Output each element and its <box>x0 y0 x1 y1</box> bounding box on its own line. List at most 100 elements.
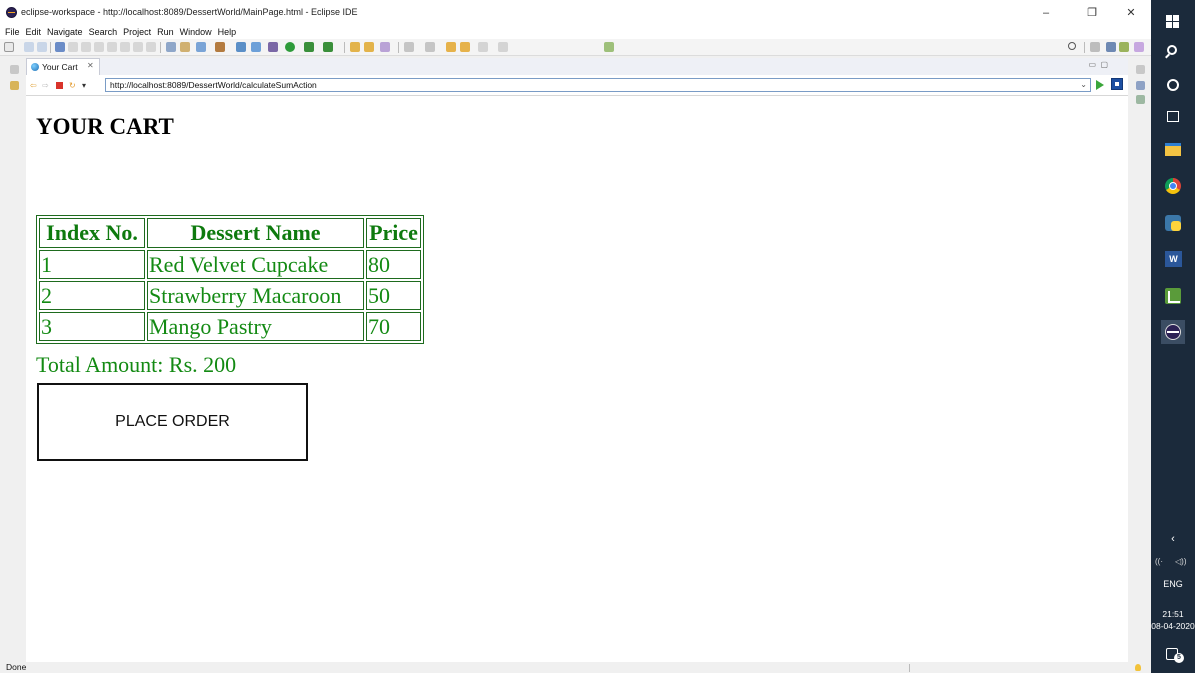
back-arrow-icon[interactable]: ⇦ <box>30 81 37 90</box>
java-ee-perspective-icon[interactable] <box>1106 42 1116 52</box>
tip-bulb-icon[interactable] <box>1135 664 1141 671</box>
build-icon[interactable] <box>180 42 190 52</box>
next-annotation-icon[interactable] <box>404 42 414 52</box>
menu-window[interactable]: Window <box>177 26 215 39</box>
minimize-view-icon[interactable]: ▭ <box>1088 60 1096 69</box>
debug-perspective-icon[interactable] <box>1134 42 1144 52</box>
total-amount-value: 200 <box>203 352 237 377</box>
more-navigation-icon[interactable] <box>498 42 508 52</box>
toolbar-separator <box>160 42 161 53</box>
network-icon[interactable]: ((· <box>1155 557 1163 566</box>
maximize-view-icon[interactable]: ▢ <box>1100 60 1108 69</box>
run-icon[interactable] <box>285 42 295 52</box>
open-type-icon[interactable] <box>236 42 246 52</box>
forward-icon[interactable] <box>478 42 488 52</box>
clock-date[interactable]: 08-04-2020 <box>1151 621 1195 631</box>
previous-annotation-icon[interactable] <box>425 42 435 52</box>
terminate-icon[interactable] <box>94 42 104 52</box>
step-return-icon[interactable] <box>146 42 156 52</box>
right-trim-bar <box>1128 57 1151 662</box>
chevron-down-icon[interactable]: ⌄ <box>1080 80 1087 89</box>
step-into-icon[interactable] <box>120 42 130 52</box>
save-icon[interactable] <box>24 42 34 52</box>
input-language[interactable]: ENG <box>1151 579 1195 589</box>
run-as-icon[interactable] <box>304 42 314 52</box>
menu-help[interactable]: Help <box>215 26 240 39</box>
java-perspective-icon[interactable] <box>1119 42 1129 52</box>
cell-index: 1 <box>39 250 145 279</box>
python-icon[interactable] <box>1165 215 1181 231</box>
table-row: 2 Strawberry Macaroon 50 <box>39 281 421 310</box>
quick-access-icon[interactable] <box>1068 42 1076 50</box>
cell-dessert-name: Strawberry Macaroon <box>147 281 364 310</box>
task-view-icon[interactable] <box>1167 111 1179 122</box>
skip-breakpoints-icon[interactable] <box>55 42 65 52</box>
maximize-button[interactable]: ❐ <box>1079 3 1105 23</box>
search-toolbar-icon[interactable] <box>251 42 261 52</box>
tab-your-cart[interactable]: Your Cart ✕ <box>26 58 100 75</box>
search-icon[interactable] <box>1167 45 1177 55</box>
outline-icon[interactable] <box>1136 81 1145 90</box>
clock-time[interactable]: 21:51 <box>1151 609 1195 619</box>
open-perspective-button-icon[interactable] <box>1090 42 1100 52</box>
pin-icon[interactable] <box>380 42 390 52</box>
menu-file[interactable]: File <box>2 26 23 39</box>
toolbar-separator <box>50 42 51 53</box>
open-perspective-icon[interactable] <box>350 42 360 52</box>
new-server-icon[interactable] <box>196 42 206 52</box>
toolbar-separator <box>398 42 399 53</box>
minimize-button[interactable]: – <box>1033 3 1059 23</box>
back-icon[interactable] <box>460 42 470 52</box>
table-header-row: Index No. Dessert Name Price <box>39 218 421 248</box>
menu-search[interactable]: Search <box>86 26 121 39</box>
restore-icon[interactable] <box>10 65 19 74</box>
step-over-icon[interactable] <box>133 42 143 52</box>
file-explorer-icon[interactable] <box>1165 143 1181 156</box>
open-project-icon[interactable] <box>364 42 374 52</box>
new-icon[interactable] <box>4 42 14 52</box>
cell-index: 2 <box>39 281 145 310</box>
history-dropdown-icon[interactable]: ▾ <box>82 81 86 90</box>
volume-icon[interactable]: ◁)) <box>1175 557 1186 566</box>
open-external-browser-icon[interactable] <box>1111 78 1123 90</box>
project-explorer-icon[interactable] <box>10 81 19 90</box>
eclipse-window: eclipse-workspace - http://localhost:808… <box>0 0 1151 673</box>
tab-label: Your Cart <box>42 62 78 72</box>
save-all-icon[interactable] <box>37 42 47 52</box>
menu-run[interactable]: Run <box>154 26 177 39</box>
close-button[interactable]: ✕ <box>1118 3 1144 23</box>
cell-dessert-name: Red Velvet Cupcake <box>147 250 364 279</box>
place-order-button[interactable]: PLACE ORDER <box>37 383 308 461</box>
open-browser-icon[interactable] <box>604 42 614 52</box>
menu-navigate[interactable]: Navigate <box>44 26 86 39</box>
windows-start-icon[interactable] <box>1166 15 1180 29</box>
url-input[interactable]: http://localhost:8089/DessertWorld/calcu… <box>105 78 1091 92</box>
stop-icon[interactable] <box>56 82 63 89</box>
task-list-icon[interactable] <box>1136 95 1145 104</box>
last-edit-icon[interactable] <box>446 42 456 52</box>
restore-right-icon[interactable] <box>1136 65 1145 74</box>
menu-edit[interactable]: Edit <box>23 26 45 39</box>
status-separator <box>909 664 910 672</box>
chart-app-icon[interactable] <box>1165 288 1181 304</box>
open-task-icon[interactable] <box>166 42 176 52</box>
show-hidden-icons-icon[interactable]: ‹ <box>1151 533 1195 545</box>
external-tools-icon[interactable] <box>323 42 333 52</box>
cortana-icon[interactable] <box>1167 79 1179 91</box>
refresh-icon[interactable]: ↻ <box>69 81 76 90</box>
new-class-icon[interactable] <box>215 42 225 52</box>
debug-icon[interactable] <box>268 42 278 52</box>
web-page-content: YOUR CART Index No. Dessert Name Price 1… <box>26 96 1128 662</box>
disconnect-icon[interactable] <box>107 42 117 52</box>
window-title: eclipse-workspace - http://localhost:808… <box>21 7 358 17</box>
tab-close-icon[interactable]: ✕ <box>87 61 94 70</box>
word-icon[interactable]: W <box>1165 251 1182 267</box>
eclipse-taskbar-icon[interactable] <box>1161 320 1185 344</box>
left-trim-bar <box>0 57 26 662</box>
forward-arrow-icon[interactable]: ⇨ <box>42 81 49 90</box>
go-icon[interactable] <box>1096 80 1104 90</box>
resume-icon[interactable] <box>68 42 78 52</box>
menu-project[interactable]: Project <box>120 26 154 39</box>
suspend-icon[interactable] <box>81 42 91 52</box>
chrome-icon[interactable] <box>1165 178 1181 194</box>
